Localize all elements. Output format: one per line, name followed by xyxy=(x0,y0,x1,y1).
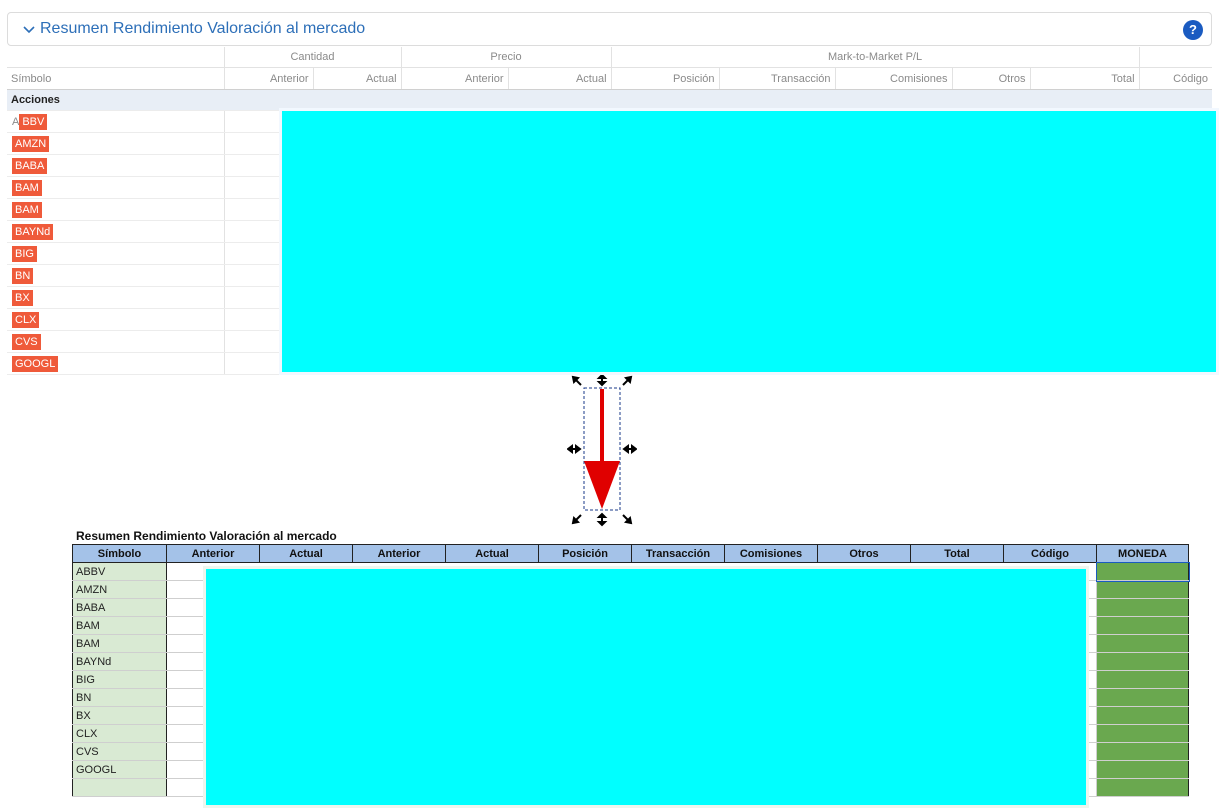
ss-col-transaccion[interactable]: Transacción xyxy=(631,544,725,563)
ss-moneda-cell[interactable] xyxy=(1096,706,1189,725)
ss-col-comisiones[interactable]: Comisiones xyxy=(724,544,818,563)
ss-moneda-cell[interactable] xyxy=(1096,724,1189,743)
col-posicion[interactable]: Posición xyxy=(610,67,720,90)
symbol-tag[interactable]: BX xyxy=(12,289,33,306)
col-simbolo[interactable]: Símbolo xyxy=(7,67,224,90)
ss-moneda-cell[interactable] xyxy=(1096,616,1189,635)
ss-col-codigo[interactable]: Código xyxy=(1003,544,1097,563)
ss-col-total[interactable]: Total xyxy=(910,544,1004,563)
ss-moneda-cell[interactable] xyxy=(1096,742,1189,761)
ss-moneda-cell[interactable] xyxy=(1096,652,1189,671)
col-cantidad-anterior[interactable]: Anterior xyxy=(223,67,313,90)
group-header-mtm: Mark-to-Market P/L xyxy=(610,47,1140,68)
col-cantidad-actual[interactable]: Actual xyxy=(312,67,402,90)
ss-col-simbolo[interactable]: Símbolo xyxy=(72,544,167,563)
symbol-tag[interactable]: BABA xyxy=(12,157,48,174)
col-total[interactable]: Total xyxy=(1029,67,1140,90)
ss-col-moneda[interactable]: MONEDA xyxy=(1096,544,1189,563)
symbol-tag[interactable]: BN xyxy=(12,267,34,284)
symbol-tag[interactable]: BAM xyxy=(12,201,42,218)
col-precio-anterior[interactable]: Anterior xyxy=(400,67,509,90)
group-header-empty xyxy=(7,47,224,68)
symbol-tag[interactable]: AMZN xyxy=(12,135,50,152)
ss-symbol-cell[interactable]: BAM xyxy=(72,634,167,653)
chevron-down-icon[interactable] xyxy=(22,22,36,36)
redaction-block-bottom xyxy=(203,566,1089,808)
ss-symbol-cell[interactable]: BABA xyxy=(72,598,167,617)
symbol-tag[interactable]: GOOGL xyxy=(12,355,59,372)
ss-symbol-cell[interactable]: GOOGL xyxy=(72,760,167,779)
ss-symbol-cell[interactable]: BN xyxy=(72,688,167,707)
symbol-tag[interactable]: CLX xyxy=(12,311,40,328)
ss-symbol-cell[interactable]: CLX xyxy=(72,724,167,743)
ss-col-otros[interactable]: Otros xyxy=(817,544,911,563)
ss-col-anterior-2[interactable]: Anterior xyxy=(352,544,446,563)
ss-moneda-cell[interactable] xyxy=(1096,598,1189,617)
ss-moneda-cell[interactable] xyxy=(1096,670,1189,689)
panel-title[interactable]: Resumen Rendimiento Valoración al mercad… xyxy=(40,20,365,38)
ss-symbol-cell[interactable]: BIG xyxy=(72,670,167,689)
group-header-cantidad: Cantidad xyxy=(223,47,402,68)
group-header-empty xyxy=(1138,47,1213,68)
ss-symbol-cell[interactable]: BAYNd xyxy=(72,652,167,671)
panel-header[interactable]: Resumen Rendimiento Valoración al mercad… xyxy=(7,12,1212,46)
redaction-block-top xyxy=(279,108,1219,375)
ss-moneda-cell[interactable] xyxy=(1096,760,1189,779)
ss-symbol-cell[interactable]: AMZN xyxy=(72,580,167,599)
down-arrow-shape[interactable] xyxy=(567,375,637,527)
ss-symbol-cell[interactable]: ABBV xyxy=(72,562,167,581)
col-otros[interactable]: Otros xyxy=(951,67,1031,90)
ss-col-actual[interactable]: Actual xyxy=(259,544,353,563)
symbol-tag[interactable]: BAM xyxy=(12,179,42,196)
col-precio-actual[interactable]: Actual xyxy=(507,67,612,90)
symbol-cell[interactable]: A BBV xyxy=(7,110,225,133)
ss-symbol-cell[interactable]: CVS xyxy=(72,742,167,761)
ss-col-actual-2[interactable]: Actual xyxy=(445,544,539,563)
ss-moneda-cell[interactable] xyxy=(1095,561,1190,582)
symbol-tag[interactable]: BBV xyxy=(19,113,48,130)
symbol-tag[interactable]: BIG xyxy=(12,245,37,262)
ss-moneda-cell[interactable] xyxy=(1096,580,1189,599)
ss-symbol-cell[interactable]: BX xyxy=(72,706,167,725)
ss-moneda-cell[interactable] xyxy=(1096,688,1189,707)
col-codigo[interactable]: Código xyxy=(1138,67,1213,90)
ss-moneda-cell[interactable] xyxy=(1096,634,1189,653)
ss-col-anterior[interactable]: Anterior xyxy=(166,544,260,563)
symbol-prefix: A xyxy=(12,115,20,128)
symbol-tag[interactable]: BAYNd xyxy=(12,223,54,240)
group-header-precio: Precio xyxy=(400,47,612,68)
ss-symbol-cell[interactable]: BAM xyxy=(72,616,167,635)
col-comisiones[interactable]: Comisiones xyxy=(834,67,953,90)
col-transaccion[interactable]: Transacción xyxy=(718,67,836,90)
help-icon[interactable]: ? xyxy=(1183,20,1203,40)
symbol-tag[interactable]: CVS xyxy=(12,333,41,350)
sheet-title[interactable]: Resumen Rendimiento Valoración al mercad… xyxy=(76,529,337,543)
ss-col-posicion[interactable]: Posición xyxy=(538,544,632,563)
